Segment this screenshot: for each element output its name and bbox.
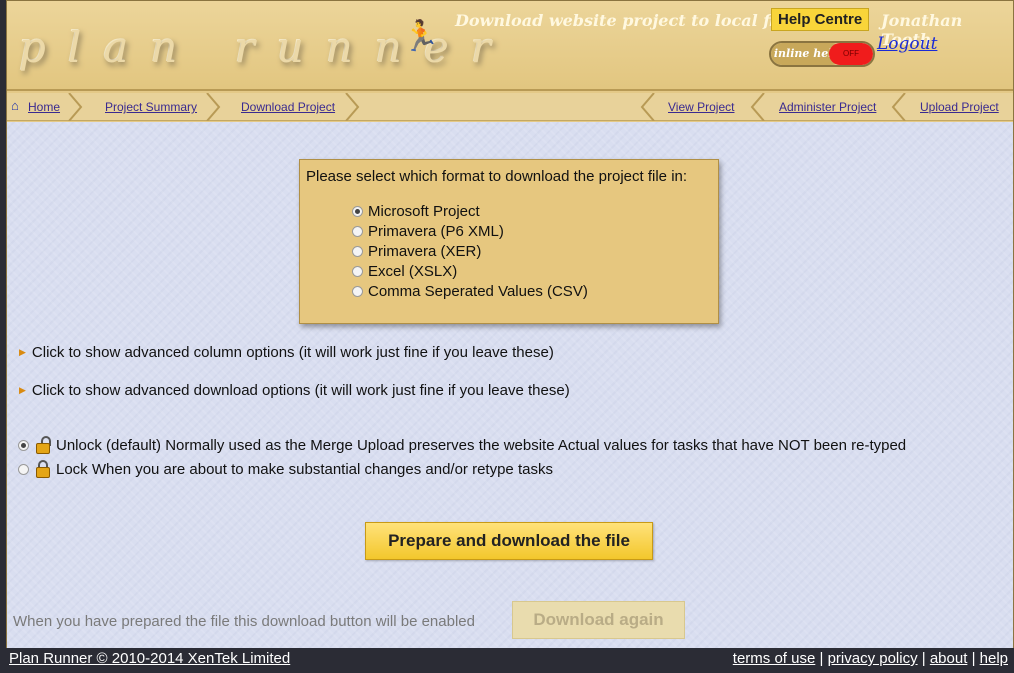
- breadcrumb-nav: ⌂ Home Project Summary Download Project …: [7, 93, 1013, 121]
- page-title: Download website project to local file: [455, 11, 792, 30]
- radio-button[interactable]: [352, 266, 363, 277]
- nav-view-project[interactable]: View Project: [668, 100, 734, 114]
- unlock-option[interactable]: Unlock (default) Normally used as the Me…: [18, 436, 906, 454]
- footer: Plan Runner © 2010-2014 XenTek Limited t…: [0, 648, 1014, 673]
- logout-link[interactable]: Logout: [877, 34, 937, 54]
- header: plan runner 🏃 Download website project t…: [7, 1, 1013, 91]
- chevron-right-icon: [345, 93, 360, 121]
- chevron-left-icon: [750, 93, 765, 121]
- separator: |: [971, 650, 976, 667]
- prepare-download-button[interactable]: Prepare and download the file: [365, 522, 653, 560]
- nav-home[interactable]: Home: [28, 100, 60, 114]
- help-link[interactable]: help: [980, 650, 1008, 667]
- nav-administer-project[interactable]: Administer Project: [779, 100, 876, 114]
- footer-links: terms of use | privacy policy | about | …: [733, 650, 1008, 667]
- chevron-left-icon: [891, 93, 906, 121]
- separator: |: [921, 650, 926, 667]
- inline-help-off: OFF: [829, 43, 873, 65]
- format-option-p6-xml[interactable]: Primavera (P6 XML): [352, 223, 504, 240]
- format-prompt: Please select which format to download t…: [306, 168, 688, 185]
- app-frame: plan runner 🏃 Download website project t…: [6, 0, 1014, 649]
- expand-triangle-icon: ▶: [19, 347, 26, 357]
- privacy-policy-link[interactable]: privacy policy: [828, 650, 918, 667]
- runner-icon: 🏃: [402, 20, 440, 53]
- chevron-right-icon: [206, 93, 221, 121]
- radio-button[interactable]: [352, 246, 363, 257]
- expand-triangle-icon: ▶: [19, 385, 26, 395]
- about-link[interactable]: about: [930, 650, 968, 667]
- radio-button[interactable]: [352, 226, 363, 237]
- main-content: Please select which format to download t…: [7, 122, 1013, 649]
- radio-button[interactable]: [18, 439, 29, 451]
- nav-project-summary[interactable]: Project Summary: [105, 100, 197, 114]
- advanced-download-options-toggle[interactable]: ▶ Click to show advanced download option…: [19, 382, 570, 399]
- download-again-button[interactable]: Download again: [512, 601, 685, 639]
- format-selector: Please select which format to download t…: [299, 159, 719, 324]
- radio-button[interactable]: [352, 206, 363, 217]
- chevron-left-icon: [640, 93, 655, 121]
- chevron-right-icon: [68, 93, 83, 121]
- lock-icon: [36, 460, 50, 478]
- radio-button[interactable]: [352, 286, 363, 297]
- format-option-csv[interactable]: Comma Seperated Values (CSV): [352, 283, 588, 300]
- download-again-note: When you have prepared the file this dow…: [13, 613, 475, 630]
- advanced-column-options-toggle[interactable]: ▶ Click to show advanced column options …: [19, 344, 554, 361]
- format-option-ms-project[interactable]: Microsoft Project: [352, 203, 480, 220]
- help-centre-button[interactable]: Help Centre: [771, 8, 870, 31]
- nav-upload-project[interactable]: Upload Project: [920, 100, 999, 114]
- home-icon[interactable]: ⌂: [11, 98, 19, 113]
- format-option-xlsx[interactable]: Excel (XSLX): [352, 263, 457, 280]
- unlock-icon: [36, 436, 51, 454]
- nav-download-project[interactable]: Download Project: [241, 100, 335, 114]
- copyright-link[interactable]: Plan Runner © 2010-2014 XenTek Limited: [9, 650, 290, 667]
- lock-option[interactable]: Lock When you are about to make substant…: [18, 460, 553, 478]
- format-option-xer[interactable]: Primavera (XER): [352, 243, 481, 260]
- separator: |: [819, 650, 824, 667]
- terms-of-use-link[interactable]: terms of use: [733, 650, 816, 667]
- inline-help-toggle[interactable]: inline help OFF: [769, 41, 875, 67]
- radio-button[interactable]: [18, 463, 29, 475]
